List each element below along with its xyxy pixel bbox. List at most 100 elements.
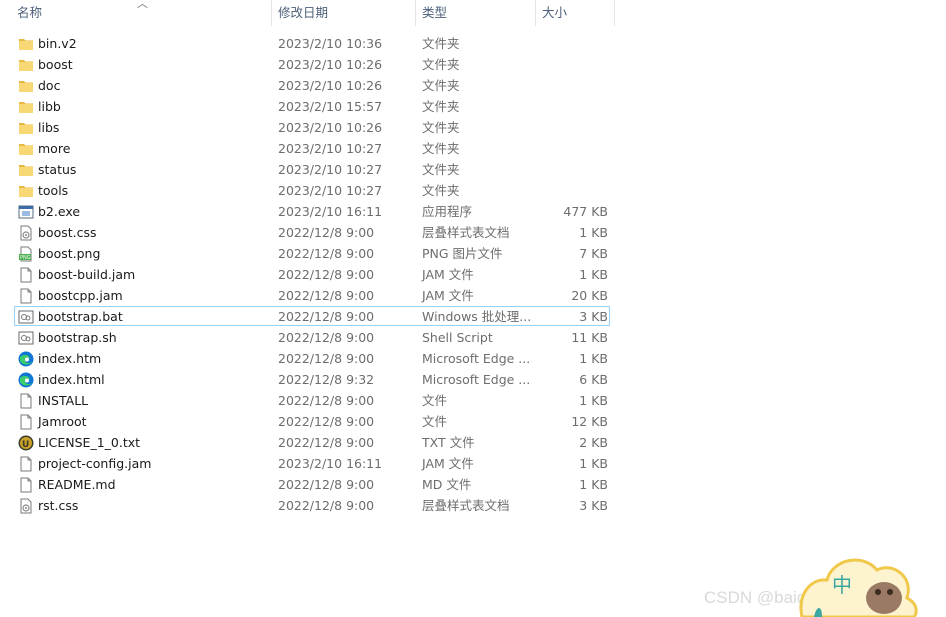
file-size: 2 KB: [579, 435, 608, 450]
column-header-bar: 名称 ︿ 修改日期 类型 大小: [0, 0, 616, 26]
file-date: 2023/2/10 10:26: [278, 57, 383, 72]
exe-icon: [18, 204, 34, 220]
mascot-avatar: 中: [799, 558, 918, 617]
file-name: more: [38, 141, 71, 156]
file-row[interactable]: index.html 2022/12/8 9:32 Microsoft Edge .…: [14, 369, 610, 389]
file-type: 应用程序: [422, 204, 473, 219]
file-type: 层叠样式表文档: [422, 498, 510, 513]
file-name: boostcpp.jam: [38, 288, 123, 303]
file-date: 2022/12/8 9:00: [278, 246, 375, 261]
file-row[interactable]: rst.css 2022/12/8 9:00 层叠样式表文档 3 KB: [14, 495, 610, 515]
file-size: [528, 55, 608, 75]
column-header-size[interactable]: 大小: [535, 0, 615, 26]
folder-icon: [18, 183, 34, 199]
file-row[interactable]: README.md 2022/12/8 9:00 MD 文件 1 KB: [14, 474, 610, 494]
file-row[interactable]: more 2023/2/10 10:27 文件夹: [14, 138, 610, 158]
file-name: rst.css: [38, 498, 79, 513]
file-size: 11 KB: [571, 330, 608, 345]
file-type: 文件夹: [422, 120, 460, 135]
file-date: 2022/12/8 9:00: [278, 225, 375, 240]
file-date: 2023/2/10 10:26: [278, 120, 383, 135]
file-row[interactable]: project-config.jam 2023/2/10 16:11 JAM 文件 1…: [14, 453, 610, 473]
file-size: 477 KB: [563, 204, 608, 219]
file-date: 2023/2/10 10:36: [278, 36, 383, 51]
file-size: 1 KB: [579, 225, 608, 240]
file-row[interactable]: index.htm 2022/12/8 9:00 Microsoft Edge ..…: [14, 348, 610, 368]
file-name: bootstrap.sh: [38, 330, 117, 345]
file-size: 7 KB: [579, 246, 608, 261]
file-date: 2023/2/10 10:27: [278, 183, 383, 198]
file-row[interactable]: INSTALL 2022/12/8 9:00 文件 1 KB: [14, 390, 610, 410]
file-name: boost-build.jam: [38, 267, 136, 282]
file-type: 文件夹: [422, 36, 460, 51]
file-row[interactable]: boostcpp.jam 2022/12/8 9:00 JAM 文件 20 KB: [14, 285, 610, 305]
file-size: 1 KB: [579, 477, 608, 492]
file-name: b2.exe: [38, 204, 81, 219]
file-size: [528, 76, 608, 96]
file-row[interactable]: U LICENSE_1_0.txt 2022/12/8 9:00 TXT 文件 2 KB: [14, 432, 610, 452]
file-type: PNG 图片文件: [422, 246, 503, 261]
file-type: 文件夹: [422, 78, 460, 93]
file-row[interactable]: status 2023/2/10 10:27 文件夹: [14, 159, 610, 179]
file-date: 2022/12/8 9:00: [278, 414, 375, 429]
file-row[interactable]: tools 2023/2/10 10:27 文件夹: [14, 180, 610, 200]
file-type: Shell Script: [422, 330, 493, 345]
file-row[interactable]: bootstrap.sh 2022/12/8 9:00 Shell Script 11…: [14, 327, 610, 347]
file-size: [528, 118, 608, 138]
file-name: INSTALL: [38, 393, 89, 408]
file-date: 2023/2/10 10:27: [278, 141, 383, 156]
folder-icon: [18, 99, 34, 115]
file-row[interactable]: Jamroot 2022/12/8 9:00 文件 12 KB: [14, 411, 610, 431]
file-row[interactable]: libb 2023/2/10 15:57 文件夹: [14, 96, 610, 116]
column-header-name-label: 名称: [17, 5, 43, 20]
file-date: 2022/12/8 9:00: [278, 477, 375, 492]
file-row[interactable]: bootstrap.bat 2022/12/8 9:00 Windows 批处理..…: [14, 306, 610, 326]
png-icon: PNG: [18, 246, 34, 262]
file-type: JAM 文件: [422, 456, 474, 471]
file-size: 1 KB: [579, 393, 608, 408]
file-date: 2022/12/8 9:00: [278, 330, 375, 345]
file-name: bootstrap.bat: [38, 309, 123, 324]
file-date: 2023/2/10 10:26: [278, 78, 383, 93]
file-name: index.html: [38, 372, 105, 387]
file-row[interactable]: boost 2023/2/10 10:26 文件夹: [14, 54, 610, 74]
file-size: [528, 139, 608, 159]
file-icon: [18, 393, 34, 409]
file-type: TXT 文件: [422, 435, 475, 450]
file-name: boost.png: [38, 246, 101, 261]
sort-ascending-icon: ︿: [137, 0, 148, 10]
file-date: 2022/12/8 9:00: [278, 393, 375, 408]
file-size: [528, 160, 608, 180]
file-date: 2022/12/8 9:00: [278, 351, 375, 366]
file-name: doc: [38, 78, 61, 93]
folder-icon: [18, 36, 34, 52]
file-row[interactable]: boost.css 2022/12/8 9:00 层叠样式表文档 1 KB: [14, 222, 610, 242]
file-name: boost.css: [38, 225, 97, 240]
file-type: 文件夹: [422, 57, 460, 72]
column-header-type[interactable]: 类型: [415, 0, 535, 26]
file-row[interactable]: boost-build.jam 2022/12/8 9:00 JAM 文件 1 KB: [14, 264, 610, 284]
file-type: 文件: [422, 393, 448, 408]
file-size: [528, 34, 608, 54]
script-icon: [18, 309, 34, 325]
file-row[interactable]: PNG boost.png 2022/12/8 9:00 PNG 图片文件 7 KB: [14, 243, 610, 263]
folder-icon: [18, 162, 34, 178]
file-name: tools: [38, 183, 69, 198]
file-size: [528, 181, 608, 201]
column-header-date[interactable]: 修改日期: [271, 0, 415, 26]
file-type: Microsoft Edge ...: [422, 372, 531, 387]
file-date: 2022/12/8 9:00: [278, 288, 375, 303]
file-row[interactable]: bin.v2 2023/2/10 10:36 文件夹: [14, 33, 610, 53]
file-type: 文件夹: [422, 183, 460, 198]
file-row[interactable]: doc 2023/2/10 10:26 文件夹: [14, 75, 610, 95]
txt-icon: U: [18, 435, 34, 451]
file-date: 2023/2/10 10:27: [278, 162, 383, 177]
svg-text:U: U: [22, 440, 29, 450]
folder-icon: [18, 57, 34, 73]
file-date: 2023/2/10 16:11: [278, 456, 383, 471]
file-row[interactable]: libs 2023/2/10 10:26 文件夹: [14, 117, 610, 137]
file-size: 12 KB: [571, 414, 608, 429]
folder-icon: [18, 141, 34, 157]
file-date: 2022/12/8 9:00: [278, 498, 375, 513]
file-row[interactable]: b2.exe 2023/2/10 16:11 应用程序 477 KB: [14, 201, 610, 221]
